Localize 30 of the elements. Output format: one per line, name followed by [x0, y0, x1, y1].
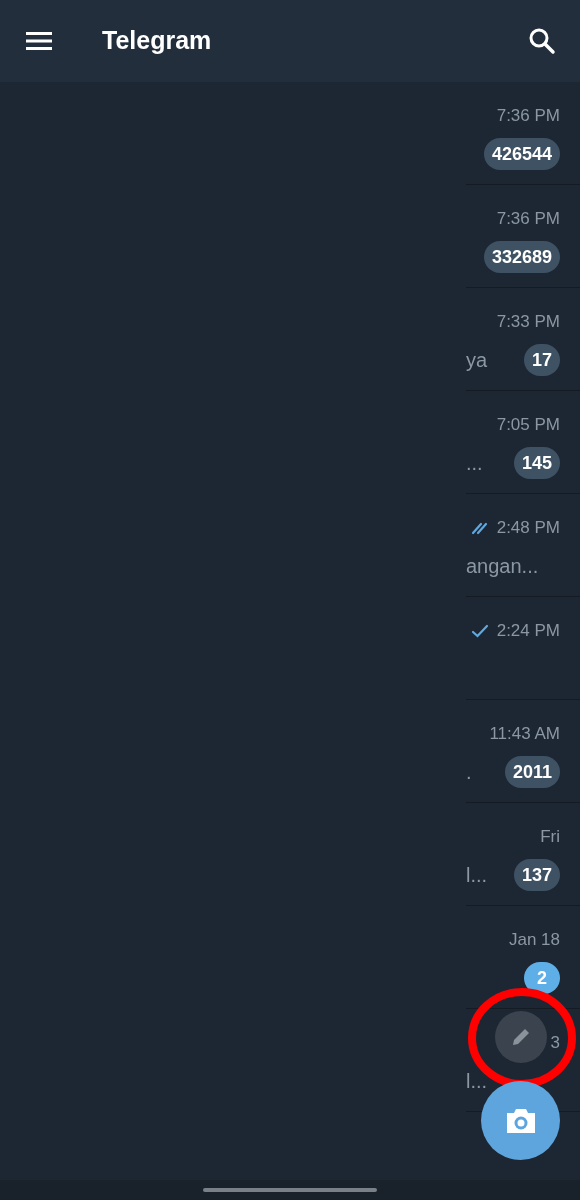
app-title: Telegram: [102, 25, 213, 57]
message-preview: ya: [466, 348, 488, 373]
unread-badge: 2: [524, 962, 560, 994]
chat-time: Fri: [540, 826, 560, 849]
message-preview: .: [466, 760, 472, 785]
unread-badge: 145: [513, 447, 560, 479]
unread-badge: 137: [513, 859, 560, 891]
chat-time: 7:36 PM: [496, 208, 560, 231]
chat-time: 3: [550, 1032, 560, 1055]
compose-button[interactable]: [495, 1011, 547, 1063]
message-preview: l...: [466, 1069, 488, 1094]
unread-badge: 426544: [483, 138, 560, 170]
message-preview: ...: [466, 451, 483, 476]
search-icon[interactable]: [528, 27, 556, 55]
chat-time: Jan 18: [508, 929, 560, 952]
message-preview: angan...: [466, 554, 539, 579]
chat-time: 11:43 AM: [489, 723, 560, 746]
menu-icon[interactable]: [24, 30, 54, 52]
chat-time: 7:05 PM: [496, 414, 560, 437]
chat-time: 7:33 PM: [496, 311, 560, 334]
unread-badge: 2011: [504, 756, 560, 788]
chat-time: 2:24 PM: [496, 620, 560, 643]
unread-badge: 17: [523, 344, 560, 376]
chat-time: 7:36 PM: [496, 105, 560, 128]
pencil-icon: [510, 1026, 532, 1048]
chat-time: 2:48 PM: [496, 517, 560, 540]
unread-badge: 332689: [483, 241, 560, 273]
double-check-icon: [470, 521, 489, 535]
message-preview: l...: [466, 863, 488, 888]
check-icon: [470, 624, 489, 638]
